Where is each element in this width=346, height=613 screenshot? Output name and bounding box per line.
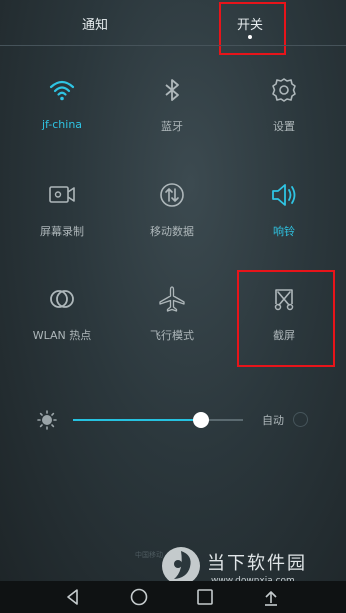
bluetooth-icon bbox=[165, 79, 179, 101]
speaker-icon bbox=[272, 184, 296, 206]
tile-label-ringer: 响铃 bbox=[273, 225, 295, 238]
tile-bluetooth[interactable]: 蓝牙 bbox=[122, 75, 222, 165]
tile-ringer[interactable]: 响铃 bbox=[234, 180, 334, 270]
tab-notifications[interactable]: 通知 bbox=[65, 14, 125, 33]
tile-mobile-data[interactable]: 移动数据 bbox=[122, 180, 222, 270]
wifi-icon bbox=[49, 80, 75, 101]
highlight-box-toggles-tab bbox=[219, 2, 286, 55]
brightness-slider-knob[interactable] bbox=[193, 412, 209, 428]
hotspot-icon bbox=[50, 290, 74, 308]
mobile-data-icon bbox=[160, 183, 184, 207]
tile-airplane-mode[interactable]: 飞行模式 bbox=[122, 284, 222, 374]
auto-brightness-checkbox[interactable] bbox=[293, 412, 308, 427]
recents-icon[interactable] bbox=[194, 586, 216, 608]
brightness-icon bbox=[37, 410, 57, 430]
auto-brightness-label: 自动 bbox=[262, 414, 284, 427]
tile-label-airplane-mode: 飞行模式 bbox=[150, 329, 194, 342]
highlight-box-screenshot bbox=[237, 270, 335, 367]
watermark-text: 中国移动 bbox=[135, 551, 163, 559]
tile-label-mobile-data: 移动数据 bbox=[150, 225, 194, 238]
back-icon[interactable] bbox=[62, 586, 84, 608]
notification-pulldown-icon[interactable] bbox=[260, 586, 282, 608]
tile-wifi[interactable]: jf-china bbox=[12, 75, 112, 165]
tile-label-settings: 设置 bbox=[273, 120, 295, 133]
tile-hotspot[interactable]: WLAN 热点 bbox=[12, 284, 112, 374]
home-icon[interactable] bbox=[128, 586, 150, 608]
tile-screen-record[interactable]: 屏幕录制 bbox=[12, 180, 112, 270]
tile-label-screen-record: 屏幕录制 bbox=[40, 225, 84, 238]
tile-label-bluetooth: 蓝牙 bbox=[161, 120, 183, 133]
airplane-icon bbox=[159, 286, 185, 312]
quick-settings-tabs: 通知 开关 bbox=[0, 0, 346, 44]
navigation-bar bbox=[0, 581, 346, 613]
tile-settings[interactable]: 设置 bbox=[234, 75, 334, 165]
logo-title: 当下软件园 bbox=[207, 553, 307, 574]
screen-record-icon bbox=[49, 186, 75, 203]
tile-label-wifi: jf-china bbox=[41, 118, 83, 131]
header-divider bbox=[0, 45, 346, 46]
tile-label-hotspot: WLAN 热点 bbox=[32, 329, 92, 342]
gear-icon bbox=[272, 78, 296, 102]
brightness-slider-fill bbox=[73, 419, 201, 421]
